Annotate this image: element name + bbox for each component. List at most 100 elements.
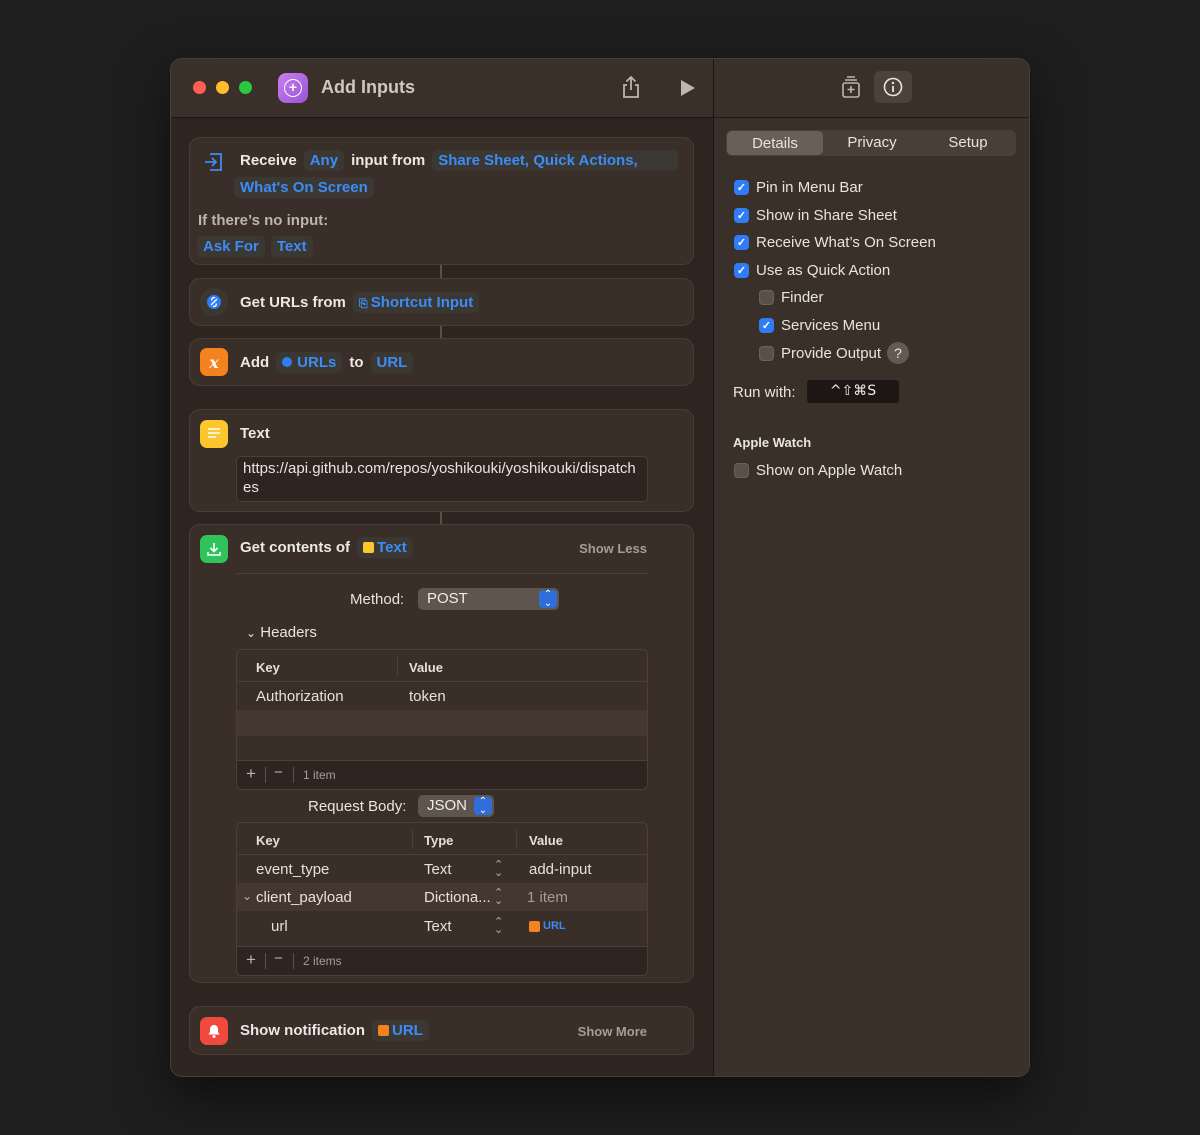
table-row[interactable]: ⌄ client_payload Dictiona... ⌃ ⌄ 1 item [237, 883, 647, 911]
checkbox-label: Receive What’s On Screen [756, 234, 936, 251]
variable-x-icon: x [200, 348, 228, 376]
checkbox-box [759, 345, 774, 361]
remove-row-icon[interactable]: − [274, 764, 283, 781]
get-urls-action-card[interactable]: Get URLs from ⎘ Shortcut Input [189, 278, 694, 326]
table-row[interactable]: Authorization token [237, 682, 647, 710]
request-body-popup[interactable]: JSON ⌃ ⌄ [418, 795, 494, 817]
body-value-cell: 1 item [527, 889, 568, 906]
show-more-button[interactable]: Show More [578, 1024, 647, 1039]
body-key-cell[interactable]: event_type [256, 861, 329, 878]
divider [236, 573, 648, 574]
shortcut-input-icon: ⎘ [358, 298, 371, 310]
column-header-value: Value [409, 660, 443, 675]
body-key-cell[interactable]: url [271, 918, 288, 935]
get-urls-label: Get URLs from [240, 294, 346, 311]
chevron-updown-icon[interactable]: ⌃ ⌄ [494, 917, 503, 936]
minimize-button[interactable] [216, 81, 229, 94]
run-with-label: Run with: [733, 384, 796, 401]
headers-table: Key Value Authorization token + − 1 item [236, 649, 648, 790]
checkbox-label: Provide Output [781, 344, 882, 362]
show-notification-action-card[interactable]: Show notification URL Show More [189, 1006, 694, 1055]
close-button[interactable] [193, 81, 206, 94]
text-lines-icon [200, 420, 228, 448]
body-type-cell[interactable]: Text [424, 918, 452, 935]
checkbox-label: Show on Apple Watch [756, 462, 903, 479]
input-type-token[interactable]: Any [303, 150, 345, 171]
table-row[interactable]: event_type Text ⌃ ⌄ add-input [237, 855, 647, 883]
shortcut-icon[interactable]: + [278, 73, 308, 103]
ask-type-text-token[interactable]: Text [270, 236, 313, 257]
shortcuts-window: + Add Inputs Receive Any input from Shar… [171, 59, 1029, 1076]
input-sources-token-continued[interactable]: What's On Screen [234, 177, 374, 198]
share-icon[interactable] [621, 75, 641, 104]
url-value-token[interactable]: URL [529, 920, 566, 932]
add-variable-action-card[interactable]: x Add URLs to URL [189, 338, 694, 386]
text-card-title: Text [240, 425, 270, 442]
checkbox-box [734, 463, 749, 478]
header-value-cell[interactable]: token [409, 688, 446, 705]
zoom-button[interactable] [239, 81, 252, 94]
receive-whats-on-screen-checkbox[interactable]: ✓ Receive What’s On Screen [734, 234, 936, 251]
method-popup[interactable]: POST ⌃ ⌄ [418, 588, 559, 610]
get-contents-label: Get contents of [240, 539, 351, 556]
chevron-updown-icon[interactable]: ⌃ ⌄ [494, 888, 503, 907]
chevron-down-icon[interactable]: ⌄ [242, 889, 252, 903]
text-action-card[interactable]: Text https://api.github.com/repos/yoshik… [189, 409, 694, 512]
url-variable-token[interactable]: URL [370, 352, 414, 373]
details-tab-bar: Details Privacy Setup [726, 130, 1016, 156]
shortcut-input-token[interactable]: ⎘ Shortcut Input [352, 292, 480, 313]
headers-label: Headers [260, 624, 317, 641]
header-key-cell[interactable]: Authorization [256, 688, 344, 705]
body-key-cell[interactable]: client_payload [256, 889, 352, 906]
urls-token[interactable]: URLs [276, 352, 343, 373]
help-icon[interactable]: ? [887, 342, 910, 364]
checkmark-icon: ✓ [734, 235, 749, 250]
text-content-field[interactable]: https://api.github.com/repos/yoshikouki/… [236, 456, 648, 502]
body-type-cell[interactable]: Dictiona... [424, 889, 491, 906]
keyboard-shortcut-field[interactable]: ^⇧⌘S [807, 380, 899, 403]
receive-action-card[interactable]: Receive Any input from Share Sheet, Quic… [189, 137, 694, 265]
table-footer: + − 2 items [237, 946, 647, 975]
get-contents-action-card[interactable]: Get contents of Text Show Less Method: P… [189, 524, 694, 983]
use-as-quick-action-checkbox[interactable]: ✓ Use as Quick Action [734, 262, 890, 279]
checkmark-icon: ✓ [759, 318, 774, 333]
action-library-icon[interactable] [840, 75, 862, 104]
body-value-cell[interactable]: add-input [529, 861, 592, 878]
tab-details[interactable]: Details [727, 131, 823, 155]
pin-in-menu-bar-checkbox[interactable]: ✓ Pin in Menu Bar [734, 179, 863, 196]
download-icon [200, 535, 228, 563]
add-row-icon[interactable]: + [246, 764, 256, 784]
text-variable-token[interactable]: Text [357, 537, 413, 558]
details-sidebar: Details Privacy Setup ✓ Pin in Menu Bar … [713, 59, 1029, 1076]
action-connector [440, 265, 442, 278]
run-play-icon[interactable] [679, 78, 697, 103]
show-in-share-sheet-checkbox[interactable]: ✓ Show in Share Sheet [734, 207, 897, 224]
action-connector [440, 326, 442, 338]
info-icon[interactable] [874, 71, 912, 103]
tab-privacy[interactable]: Privacy [824, 130, 920, 156]
ask-for-token[interactable]: Ask For [197, 236, 265, 257]
checkmark-icon: ✓ [734, 263, 749, 278]
finder-checkbox[interactable]: Finder [759, 289, 824, 306]
tab-setup[interactable]: Setup [920, 130, 1016, 156]
provide-output-checkbox[interactable]: Provide Output ? [759, 342, 910, 364]
chevron-updown-icon[interactable]: ⌃ ⌄ [494, 860, 503, 879]
column-header-value: Value [529, 833, 563, 848]
column-header-type: Type [424, 833, 454, 848]
bell-icon [200, 1017, 228, 1045]
headers-disclosure[interactable]: ⌄ Headers [246, 624, 317, 641]
show-less-button[interactable]: Show Less [579, 541, 647, 556]
body-type-cell[interactable]: Text [424, 861, 452, 878]
services-menu-checkbox[interactable]: ✓ Services Menu [759, 317, 880, 334]
link-icon [200, 288, 228, 316]
chevron-down-icon: ⌄ [246, 626, 257, 640]
method-popup-value: POST [427, 590, 468, 607]
url-variable-token[interactable]: URL [372, 1020, 429, 1041]
table-row[interactable]: url Text ⌃ ⌄ URL [237, 911, 647, 941]
add-row-icon[interactable]: + [246, 950, 256, 970]
text-content: https://api.github.com/repos/yoshikouki/… [243, 460, 636, 496]
empty-table-row [237, 710, 647, 736]
input-sources-token[interactable]: Share Sheet, Quick Actions, [432, 150, 678, 171]
show-on-apple-watch-checkbox[interactable]: Show on Apple Watch [734, 462, 902, 479]
remove-row-icon[interactable]: − [274, 950, 283, 967]
